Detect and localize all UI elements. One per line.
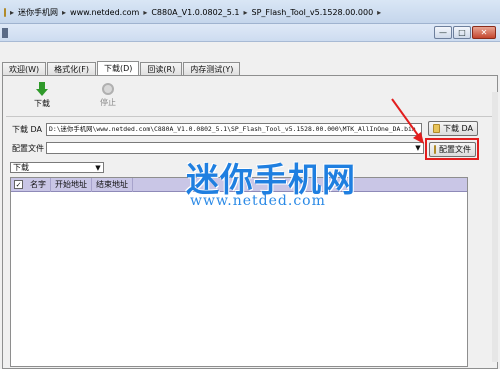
breadcrumb: ▸ 迷你手机网 ▸ www.netded.com ▸ C880A_V1.0.08… [4,4,381,20]
tab-readback[interactable]: 回读(R) [140,62,183,75]
breadcrumb-item[interactable]: 迷你手机网 [18,7,58,18]
select-all-checkbox[interactable]: ✓ [14,180,23,189]
breadcrumb-separator: ▸ [143,7,148,17]
breadcrumb-separator: ▸ [62,7,67,17]
window-controls: — □ ✕ [434,26,496,39]
folder-icon [4,7,6,17]
download-agent-button[interactable]: 下载 DA [428,121,478,136]
folder-icon [433,124,440,133]
download-tool-label: 下载 [34,99,50,108]
vertical-scrollbar[interactable] [492,92,498,362]
watermark-url: www.netded.com [190,193,326,209]
minimize-button[interactable]: — [434,26,452,39]
column-header-end-address[interactable]: 结束地址 [92,177,133,192]
window-title-bar: — □ ✕ [0,24,500,42]
breadcrumb-item[interactable]: C880A_V1.0.0802_5.1 [151,8,239,17]
stop-tool-button[interactable]: 停止 [88,82,128,114]
download-agent-label: 下载 DA [12,125,43,134]
download-agent-path-field[interactable]: D:\迷你手机网\www.netded.com\C880A_V1.0.0802_… [46,123,422,136]
close-button[interactable]: ✕ [472,26,496,39]
breadcrumb-separator: ▸ [377,7,382,17]
breadcrumb-item[interactable]: www.netded.com [70,8,139,17]
column-header-name[interactable]: 名字 [26,177,51,192]
breadcrumb-separator: ▸ [10,7,15,17]
stop-icon [102,83,114,95]
download-mode-select[interactable]: 下载 ▼ [10,162,104,173]
chevron-down-icon[interactable]: ▼ [414,144,422,152]
toolbar-divider [6,116,492,117]
tab-bar: 欢迎(W) 格式化(F) 下载(D) 回读(R) 内存测试(Y) [2,61,241,76]
app-icon [2,28,8,38]
download-tool-button[interactable]: 下载 [22,82,62,114]
download-agent-button-label: 下载 DA [442,124,473,133]
download-mode-value: 下载 [13,163,29,172]
breadcrumb-item[interactable]: SP_Flash_Tool_v5.1528.00.000 [252,8,374,17]
highlight-box [425,138,479,160]
stop-tool-label: 停止 [100,98,116,107]
column-header-begin-address[interactable]: 开始地址 [51,177,92,192]
tab-format[interactable]: 格式化(F) [47,62,96,75]
download-arrow-icon [36,82,48,96]
tab-memory-test[interactable]: 内存测试(Y) [183,62,241,75]
breadcrumb-separator: ▸ [243,7,248,17]
chevron-down-icon[interactable]: ▼ [94,164,102,172]
tab-welcome[interactable]: 欢迎(W) [2,62,47,75]
tab-download[interactable]: 下载(D) [97,61,140,75]
maximize-button[interactable]: □ [453,26,471,39]
scatter-file-label: 配置文件 [12,144,44,153]
address-bar[interactable]: ▸ 迷你手机网 ▸ www.netded.com ▸ C880A_V1.0.08… [0,0,500,24]
